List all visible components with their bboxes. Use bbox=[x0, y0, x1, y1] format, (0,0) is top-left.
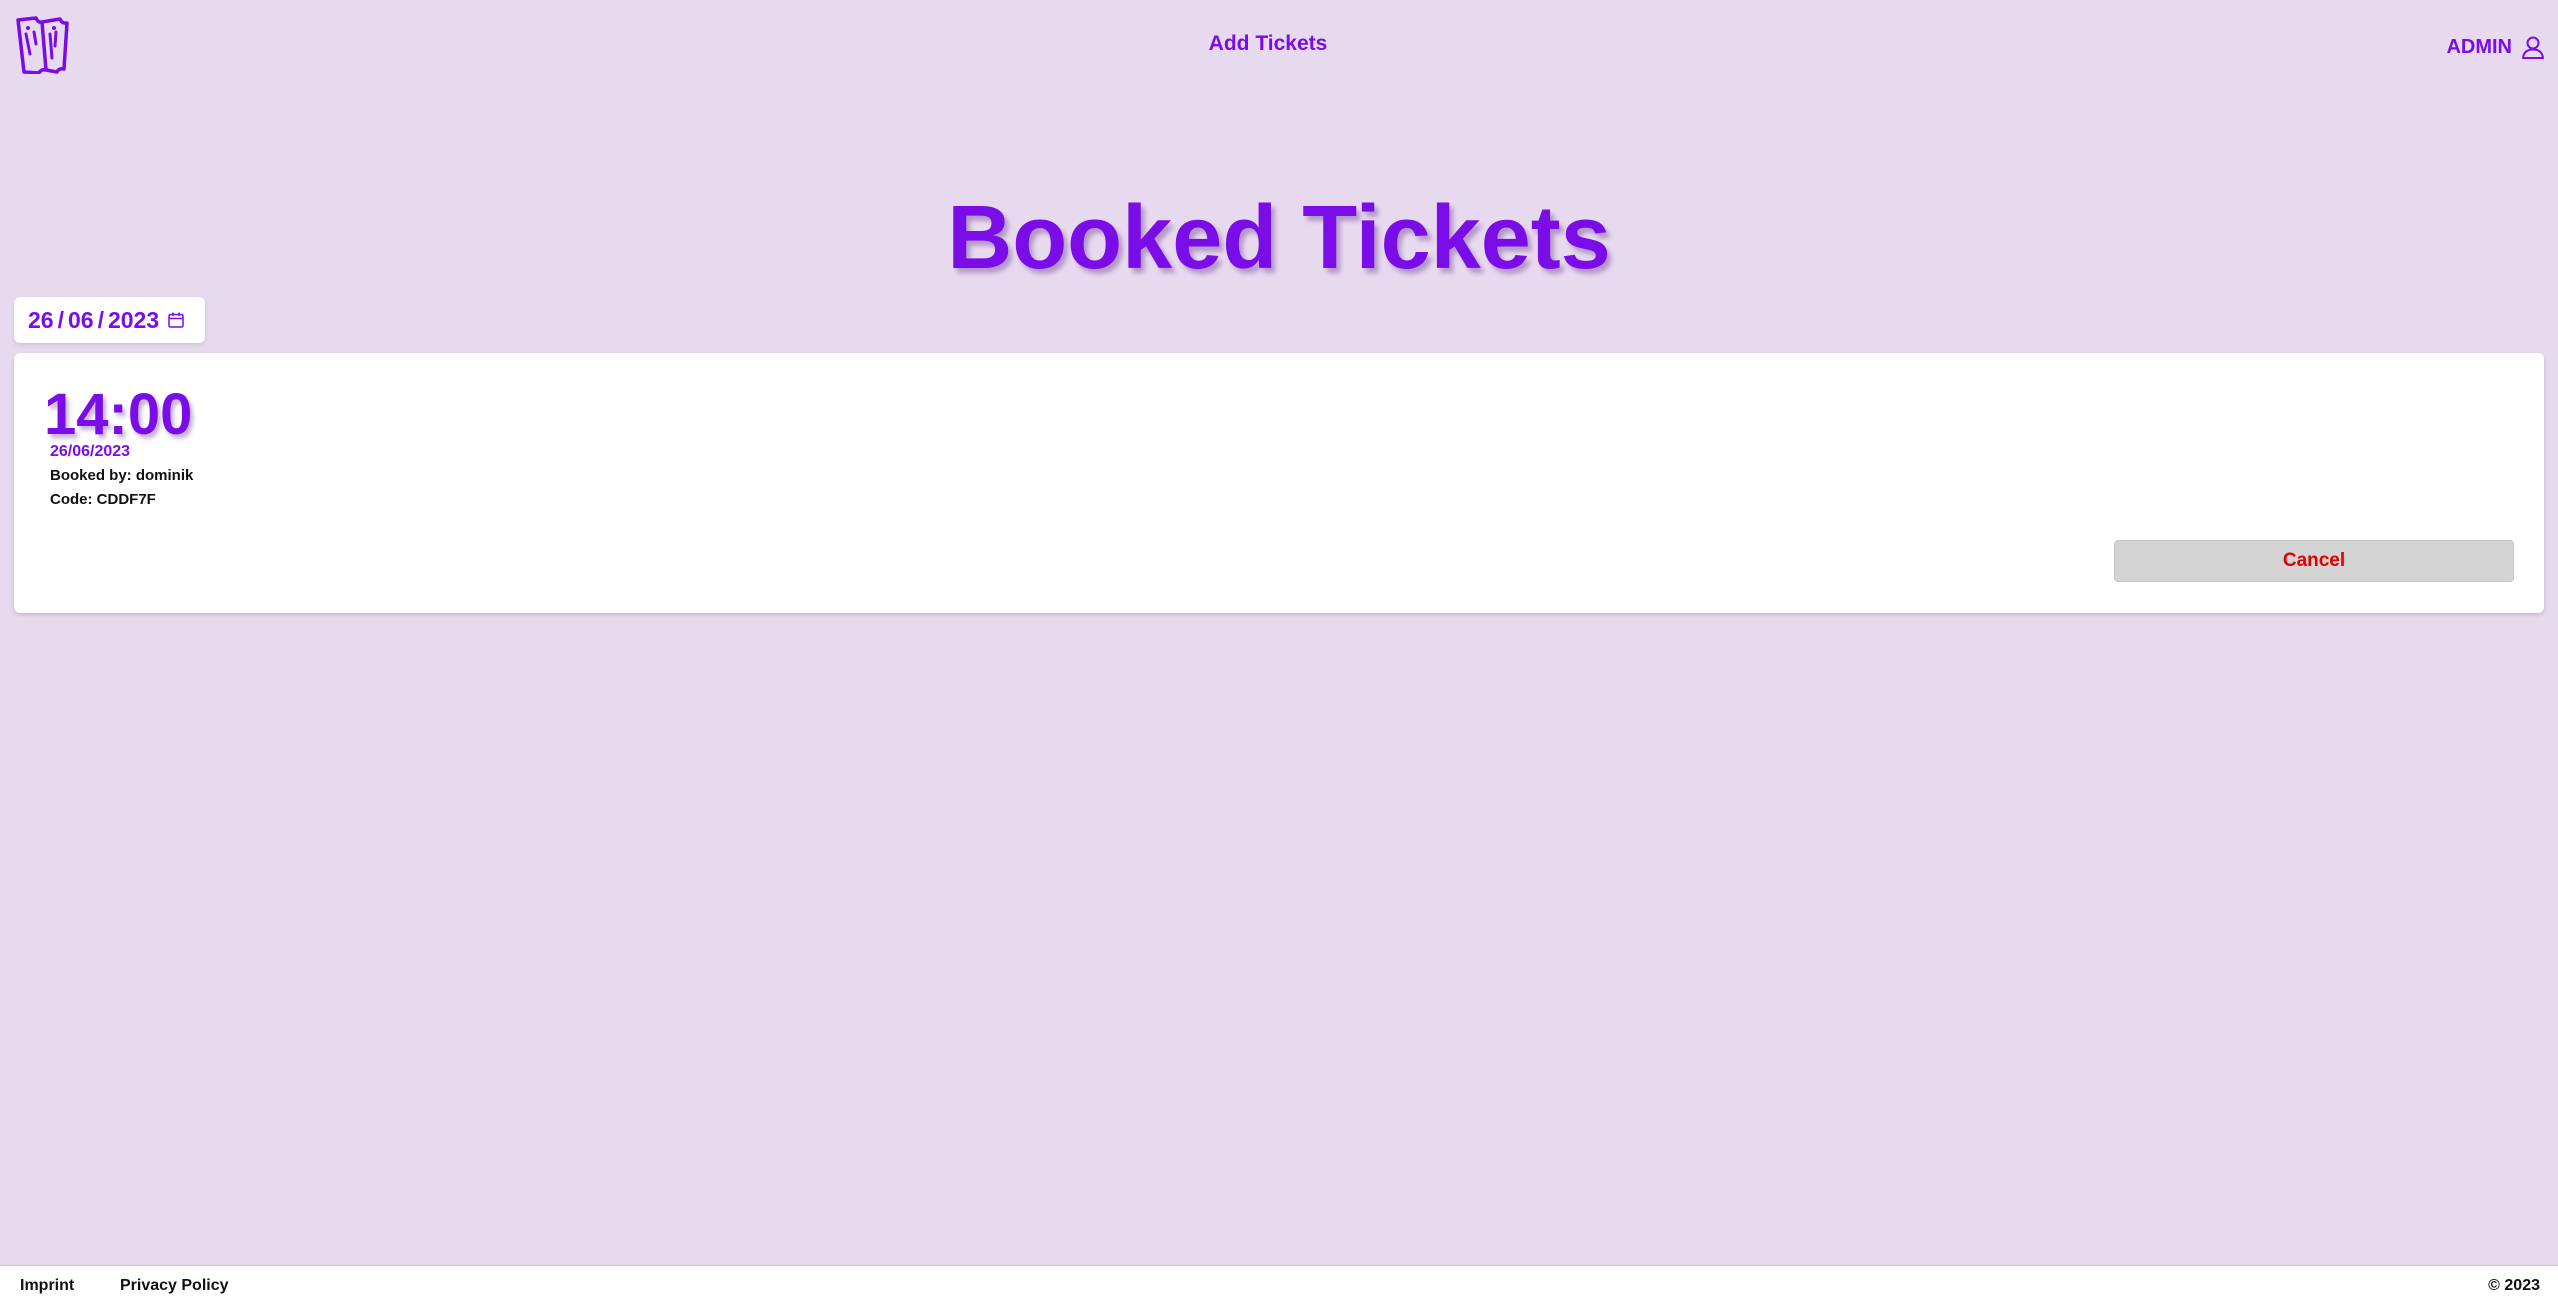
cancel-button[interactable]: Cancel bbox=[2114, 540, 2514, 582]
calendar-icon[interactable] bbox=[167, 311, 185, 329]
ticket-date: 26/06/2023 bbox=[50, 443, 131, 460]
date-filter-input[interactable]: 26 / 06 / 2023 bbox=[14, 297, 205, 343]
ticket-time: 14:00 bbox=[44, 382, 193, 447]
privacy-policy-link[interactable]: Privacy Policy bbox=[120, 1277, 229, 1295]
date-day: 26 bbox=[28, 306, 54, 333]
date-separator: / bbox=[97, 306, 104, 333]
page-title: Booked Tickets bbox=[947, 188, 1611, 288]
user-label: ADMIN bbox=[2446, 35, 2512, 58]
ticket-card: 14:00 26/06/2023 Booked by: dominik Code… bbox=[14, 353, 2544, 613]
date-year: 2023 bbox=[107, 306, 160, 333]
copyright-text: © 2023 bbox=[2488, 1277, 2540, 1294]
footer: Imprint Privacy Policy © 2023 bbox=[0, 1265, 2558, 1304]
ticket-code: Code: CDDF7F bbox=[50, 491, 156, 508]
user-icon bbox=[2522, 36, 2544, 59]
top-bar: Add Tickets ADMIN bbox=[0, 0, 2558, 100]
imprint-link[interactable]: Imprint bbox=[20, 1277, 74, 1295]
page: Add Tickets ADMIN Booked Tickets 26 / 06… bbox=[0, 0, 2558, 1304]
ticket-logo-icon[interactable] bbox=[12, 14, 74, 74]
date-separator: / bbox=[57, 306, 64, 333]
user-menu[interactable]: ADMIN bbox=[2446, 34, 2546, 60]
add-tickets-link[interactable]: Add Tickets bbox=[1180, 32, 1356, 56]
date-month: 06 bbox=[67, 306, 94, 333]
ticket-booked-by: Booked by: dominik bbox=[50, 467, 194, 484]
